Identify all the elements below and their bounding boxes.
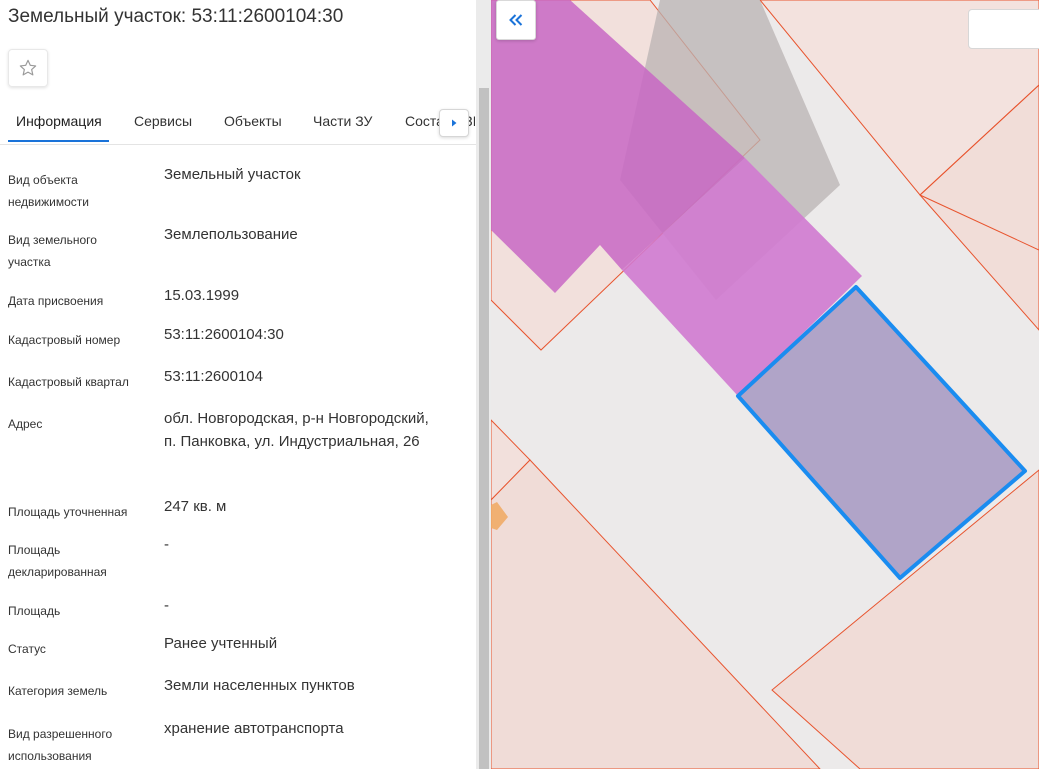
tab-information[interactable]: Информация xyxy=(8,113,109,142)
page-title: Земельный участок: 53:11:2600104:30 xyxy=(8,6,344,27)
tab-services[interactable]: Сервисы xyxy=(134,113,192,129)
tab-parcel-parts[interactable]: Части ЗУ xyxy=(313,113,372,129)
map-search-box[interactable] xyxy=(968,9,1039,49)
scrollbar-thumb[interactable] xyxy=(479,88,489,769)
favorite-button[interactable] xyxy=(8,49,48,87)
info-label: Вид разрешенного использования xyxy=(8,727,113,763)
info-label: Вид объекта недвижимости xyxy=(8,173,89,209)
info-value: хранение автотранспорта xyxy=(164,720,344,737)
info-value: 53:11:2600104:30 xyxy=(164,326,284,343)
parcel-lower-left[interactable] xyxy=(491,459,821,769)
collapse-panel-button[interactable] xyxy=(496,0,536,40)
info-value: 53:11:2600104 xyxy=(164,368,263,385)
info-value: - xyxy=(164,536,169,553)
info-label: Адрес xyxy=(8,417,43,431)
info-value: Земли населенных пунктов xyxy=(164,677,355,694)
info-value: 247 кв. м xyxy=(164,498,227,515)
double-chevron-left-icon xyxy=(509,14,523,26)
info-label: Вид земельного участка xyxy=(8,233,97,269)
info-value: Землепользование xyxy=(164,226,298,243)
info-label: Площадь уточненная xyxy=(8,505,128,519)
info-label: Кадастровый квартал xyxy=(8,375,129,389)
info-label: Площадь декларированная xyxy=(8,543,107,579)
info-value: Ранее учтенный xyxy=(164,635,278,652)
map-canvas[interactable] xyxy=(491,0,1039,769)
info-label: Категория земель xyxy=(8,684,108,698)
tab-objects[interactable]: Объекты xyxy=(224,113,282,129)
tab-bar: Информация Сервисы Объекты Части ЗУ Сост… xyxy=(0,104,476,145)
info-value: 15.03.1999 xyxy=(164,287,240,304)
info-label: Статус xyxy=(8,642,46,656)
info-label: Дата присвоения xyxy=(8,294,104,308)
star-outline-icon xyxy=(19,59,37,76)
caret-right-icon xyxy=(452,119,457,127)
info-value: Земельный участок xyxy=(164,166,301,183)
info-value: обл. Новгородская, р-н Новгородский, п. … xyxy=(164,410,429,450)
info-label: Кадастровый номер xyxy=(8,333,121,347)
map-view[interactable] xyxy=(491,0,1039,769)
info-value: - xyxy=(164,597,169,614)
tabs-scroll-right-button[interactable] xyxy=(439,109,469,137)
info-panel: Земельный участок: 53:11:2600104:30 Инфо… xyxy=(0,0,476,769)
info-label: Площадь xyxy=(8,604,61,618)
